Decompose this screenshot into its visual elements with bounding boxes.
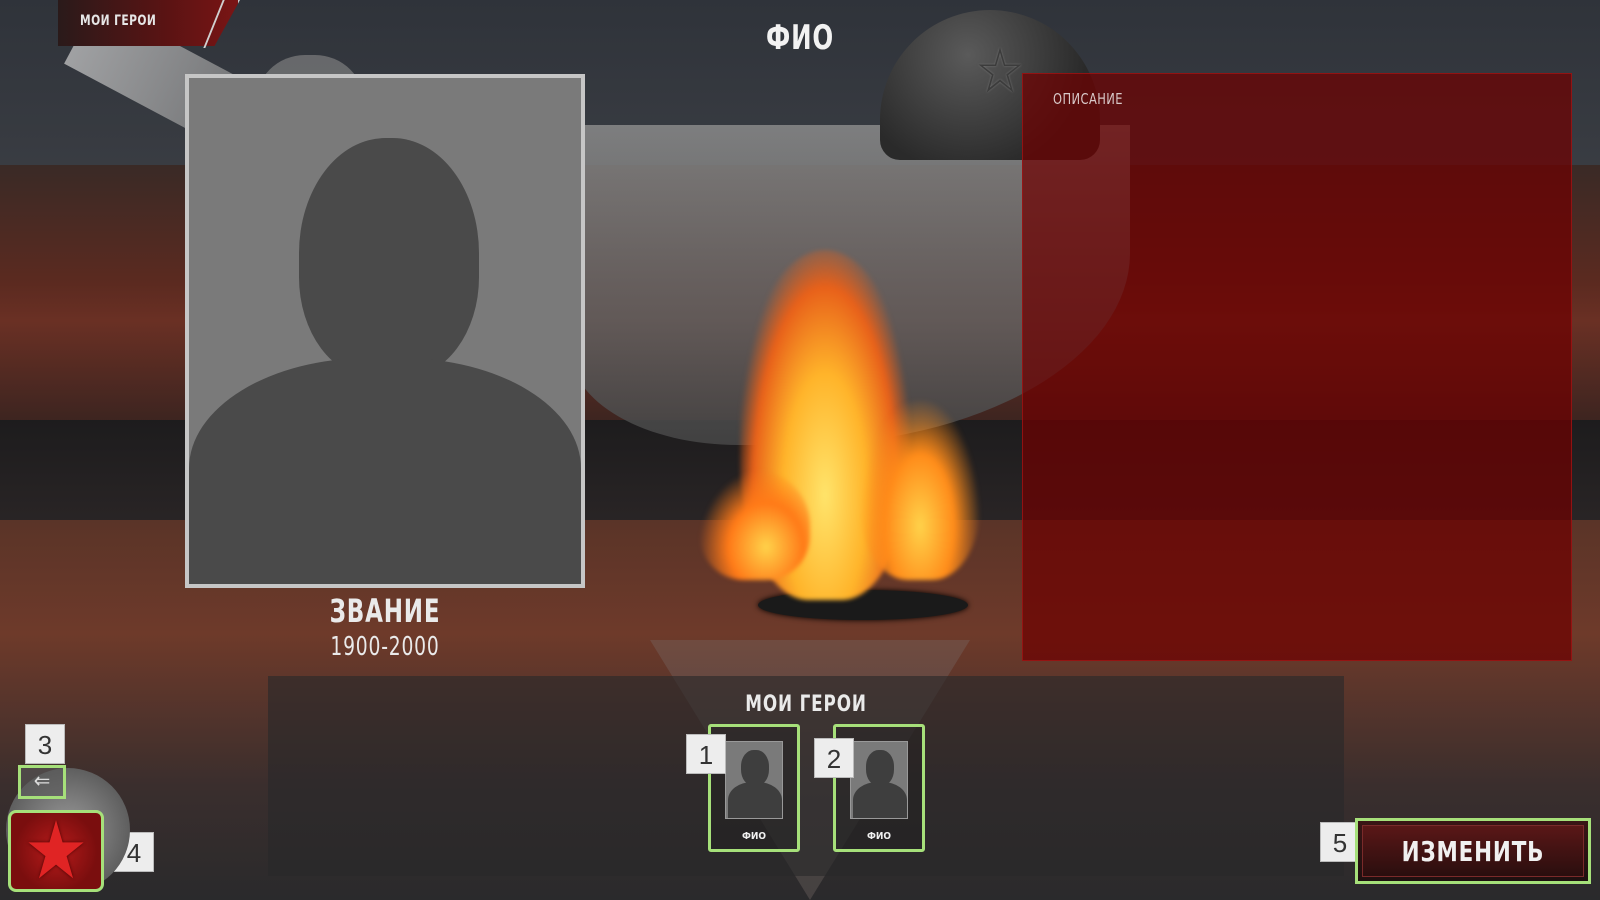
change-button[interactable]: ИЗМЕНИТЬ xyxy=(1355,818,1591,884)
silhouette-head-icon xyxy=(741,750,769,786)
my-heroes-strip: МОИ ГЕРОИ ФИО ФИО xyxy=(268,676,1344,876)
silhouette-head-icon xyxy=(866,750,894,786)
change-button-label: ИЗМЕНИТЬ xyxy=(1401,835,1545,868)
marker-2: 2 xyxy=(814,738,854,778)
helmet-star-icon: ☆ xyxy=(975,34,1026,107)
marker-5: 5 xyxy=(1320,822,1360,862)
silhouette-body-icon xyxy=(728,782,782,818)
back-arrow-icon: ⇐ xyxy=(33,769,51,794)
marker-3: 3 xyxy=(25,724,65,764)
menu-star-button[interactable]: ★ xyxy=(8,810,104,892)
my-heroes-title: МОИ ГЕРОИ xyxy=(745,692,867,717)
silhouette-head-icon xyxy=(299,138,479,378)
hero-card-name: ФИО xyxy=(741,831,767,842)
hero-rank: ЗВАНИЕ xyxy=(329,592,441,630)
silhouette-body-icon xyxy=(189,358,581,584)
silhouette-body-icon xyxy=(853,782,907,818)
my-heroes-tab-label: МОИ ГЕРОИ xyxy=(80,13,157,29)
hero-name-title: ФИО xyxy=(766,18,834,58)
hero-card-name: ФИО xyxy=(866,831,892,842)
hero-thumbnail xyxy=(725,741,783,819)
back-button[interactable]: ⇐ xyxy=(18,765,66,799)
hero-thumbnail xyxy=(850,741,908,819)
description-label: ОПИСАНИЕ xyxy=(1053,90,1123,108)
eternal-flame-left xyxy=(700,470,810,580)
description-panel[interactable]: ОПИСАНИЕ xyxy=(1022,73,1572,661)
marker-1: 1 xyxy=(686,734,726,774)
eternal-flame-side xyxy=(860,400,980,580)
red-star-icon: ★ xyxy=(23,810,89,892)
hero-years: 1900-2000 xyxy=(330,632,440,662)
hero-photo xyxy=(185,74,585,588)
